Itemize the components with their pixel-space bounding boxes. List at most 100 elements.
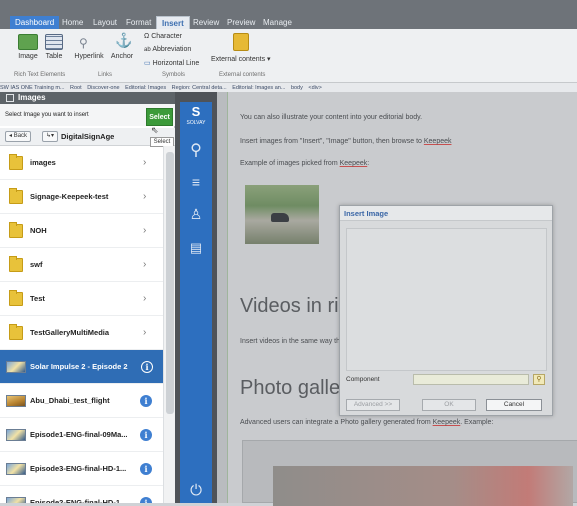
list-item[interactable]: Episode1-ENG-final-09Ma... i <box>0 418 163 452</box>
tab-dashboard[interactable]: Dashboard <box>10 16 60 29</box>
ribbon-tab-bar: Dashboard Home Layout Format Insert Revi… <box>0 0 577 29</box>
component-input[interactable] <box>413 374 529 385</box>
info-icon[interactable]: i <box>140 429 152 441</box>
insert-image-button[interactable]: Image <box>14 53 42 60</box>
gallery-photo <box>273 466 573 506</box>
hyperlink-button[interactable]: Hyperlink <box>72 53 106 60</box>
tab-insert[interactable]: Insert <box>156 16 190 29</box>
breadcrumb-item[interactable]: <div> <box>308 85 321 91</box>
folder-icon <box>9 290 23 306</box>
chevron-right-icon: › <box>143 191 147 202</box>
list-item-label: TestGalleryMultiMedia <box>30 328 110 337</box>
chevron-right-icon: › <box>143 293 147 304</box>
paragraph-1: You can also illustrate your content int… <box>240 114 423 121</box>
power-icon[interactable]: ⏻ <box>180 482 212 499</box>
cancel-button[interactable]: Cancel <box>486 399 542 411</box>
info-icon[interactable]: i <box>140 463 152 475</box>
tab-review[interactable]: Review <box>188 16 224 29</box>
list-item[interactable]: Episode3-ENG-final-HD-1... i <box>0 452 163 486</box>
image-thumbnail-icon <box>6 395 26 407</box>
scrollbar-thumb[interactable] <box>166 152 174 414</box>
character-button[interactable]: Ω Character <box>144 33 182 40</box>
horizontal-line-button[interactable]: ▭ Horizontal Line <box>144 59 199 67</box>
list-item-label: Test <box>30 294 45 303</box>
back-button[interactable]: ◂ Back <box>5 131 32 142</box>
folder-nav-row: ◂ Back ↳▾ DigitalSignAge <box>0 128 175 146</box>
brand-logo-icon: S <box>191 104 201 119</box>
keepeek-link[interactable]: Keepeek <box>433 419 461 426</box>
tab-preview[interactable]: Preview <box>222 16 260 29</box>
heading-photo-gallery: Photo galle <box>240 377 341 399</box>
browse-icon[interactable]: ⚲ <box>533 374 545 385</box>
list-item[interactable]: Abu_Dhabi_test_flight i <box>0 384 163 418</box>
list-item[interactable]: Test › <box>0 282 163 316</box>
list-item-label: Episode2-ENG-final-HD-1... <box>30 498 127 503</box>
breadcrumb-item[interactable]: SW IAS ONE Training m... <box>0 85 65 91</box>
component-label: Component <box>346 376 380 383</box>
info-icon[interactable]: i <box>141 361 153 373</box>
breadcrumb-item[interactable]: body <box>291 85 303 91</box>
group-label-rich-text: Rich Text Elements <box>14 72 66 78</box>
menu-icon[interactable]: ≡ <box>180 174 212 190</box>
abbreviation-button[interactable]: ab Abbreviation <box>144 46 191 53</box>
ok-button[interactable]: OK <box>422 399 476 411</box>
list-item-label: images <box>30 158 56 167</box>
paragraph-4: Insert videos in the same way th <box>240 338 340 345</box>
folder-dropdown-button[interactable]: ↳▾ <box>42 131 59 142</box>
back-label: Back <box>13 133 28 139</box>
list-item-label: swf <box>30 260 43 269</box>
chevron-right-icon: › <box>143 225 147 236</box>
panel-title: Images <box>0 92 175 104</box>
list-item[interactable]: Signage-Keepeek-test › <box>0 180 163 214</box>
search-icon[interactable]: ⚲ <box>180 140 212 160</box>
list-item-selected[interactable]: Solar Impulse 2 - Episode 2 i <box>0 350 163 384</box>
list-scrollbar[interactable] <box>163 146 175 503</box>
breadcrumb-item[interactable]: Editorial: Images an... <box>232 85 285 91</box>
colon: : <box>367 160 370 167</box>
keepeek-link[interactable]: Keepeek <box>424 138 452 145</box>
anchor-button[interactable]: Anchor <box>108 53 136 60</box>
insert-table-button[interactable]: Table <box>42 53 66 60</box>
external-contents-button[interactable]: External contents ▾ <box>211 55 271 63</box>
image-preview-area <box>346 228 547 371</box>
info-icon[interactable]: i <box>140 395 152 407</box>
mouse-cursor-icon: ⇖ <box>151 125 159 135</box>
tab-layout[interactable]: Layout <box>88 16 122 29</box>
list-item[interactable]: images › <box>0 146 163 180</box>
info-icon[interactable]: i <box>140 497 152 503</box>
chevron-right-icon: › <box>143 157 147 168</box>
keepeek-link[interactable]: Keepeek <box>340 160 368 167</box>
chevron-right-icon: › <box>143 259 147 270</box>
breadcrumb-item[interactable]: Discover-one <box>87 85 119 91</box>
ribbon: Dashboard Home Layout Format Insert Revi… <box>0 0 577 92</box>
advanced-button[interactable]: Advanced >> <box>346 399 400 411</box>
video-thumbnail-icon <box>6 361 26 373</box>
news-icon[interactable]: ▤ <box>180 240 212 256</box>
breadcrumb-item[interactable]: Editorial: Images <box>125 85 166 91</box>
horizontal-line-label: Horizontal Line <box>152 60 200 67</box>
panel-icon <box>6 94 14 102</box>
list-item[interactable]: TestGalleryMultiMedia › <box>0 316 163 350</box>
breadcrumb-item[interactable]: Root <box>70 85 82 91</box>
table-icon <box>45 34 63 50</box>
paragraph-2-text: Insert images from "Insert", "Image" but… <box>240 138 424 145</box>
list-item[interactable]: Episode2-ENG-final-HD-1... i <box>0 486 163 503</box>
list-item[interactable]: swf › <box>0 248 163 282</box>
list-item-label: Abu_Dhabi_test_flight <box>30 396 110 405</box>
paragraph-3: Example of images picked from Keepeek: <box>240 160 369 167</box>
paragraph-3-text: Example of images picked from <box>240 160 340 167</box>
user-hand-icon[interactable]: ♙ <box>180 206 212 223</box>
list-item[interactable]: NOH › <box>0 214 163 248</box>
external-contents-icon <box>233 33 249 51</box>
folder-icon <box>9 222 23 238</box>
video-thumbnail-icon <box>6 429 26 441</box>
breadcrumb-item[interactable]: Region: Central deta... <box>172 85 227 91</box>
tab-manage[interactable]: Manage <box>258 16 297 29</box>
chevron-right-icon: › <box>143 327 147 338</box>
example-image[interactable] <box>245 185 319 244</box>
tab-format[interactable]: Format <box>121 16 156 29</box>
tab-home[interactable]: Home <box>57 16 88 29</box>
select-button[interactable]: Select <box>146 108 173 126</box>
photo-gallery-embed[interactable] <box>242 440 577 506</box>
folder-icon <box>9 154 23 170</box>
